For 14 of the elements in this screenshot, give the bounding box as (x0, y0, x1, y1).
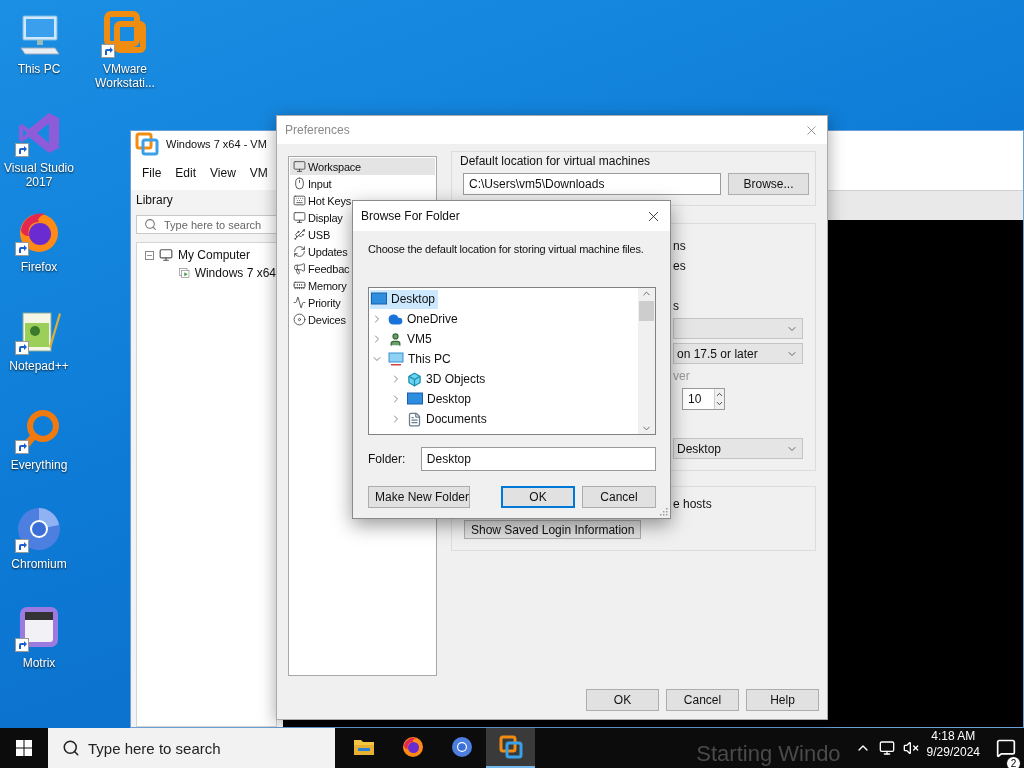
option-text: es (673, 258, 686, 275)
vm-status-text: Starting Windo (696, 740, 841, 768)
library-title: Library (136, 193, 174, 209)
dialog-title: Browse For Folder (361, 209, 460, 223)
dialog-description: Choose the default location for storing virtual machine files. (368, 243, 644, 255)
option-text: ns (673, 238, 686, 255)
folder-label: Folder: (368, 452, 407, 466)
option-text: e hosts (673, 497, 712, 511)
option-text: s (673, 298, 679, 315)
notification-badge: 2 (1006, 756, 1021, 768)
dialog-title: Preferences (285, 123, 350, 137)
group-label: Default location for virtual machines (459, 154, 652, 168)
option-text: ver (673, 368, 690, 385)
window-title: Windows 7 x64 - VM (166, 137, 267, 150)
